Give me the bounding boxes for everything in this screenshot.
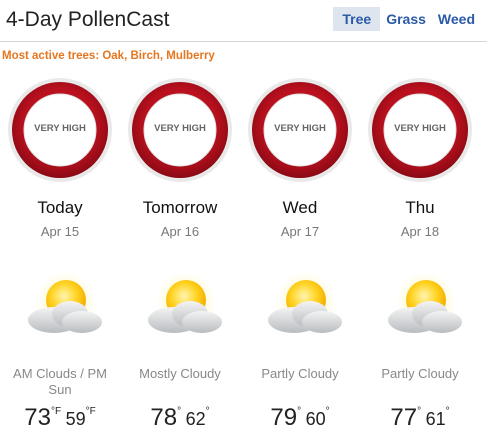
temperature: 78° 62°	[120, 404, 240, 432]
day-date: Apr 18	[400, 224, 440, 239]
partly-sunny-icon	[268, 272, 342, 333]
most-active-trees-text: Most active trees: Oak, Birch, Mulberry	[2, 50, 215, 62]
forecast-days: VERY HIGH Today Apr 15 AM Clouds / PM Su…	[0, 76, 487, 446]
forecast-day: VERY HIGH Thu Apr 18 Partly Cloudy 77° 6…	[360, 76, 480, 446]
tab-weed[interactable]: Weed	[432, 7, 481, 31]
high-temp-unit: °	[177, 406, 182, 417]
pollen-type-tabs: Tree Grass Weed	[333, 7, 481, 31]
high-temp: 77	[390, 404, 418, 431]
weather-condition: Partly Cloudy	[261, 366, 339, 381]
weather-condition: Mostly Cloudy	[139, 366, 221, 381]
day-name: Tomorrow	[142, 198, 218, 217]
low-temp: 59	[65, 409, 86, 429]
pollen-level-label: VERY HIGH	[394, 123, 446, 134]
day-name: Thu	[405, 198, 435, 217]
day-name: Today	[37, 198, 83, 217]
low-temp-unit: °	[325, 406, 330, 417]
low-temp-unit: °	[205, 406, 210, 417]
pollen-level-label: VERY HIGH	[34, 123, 86, 134]
temperature: 77° 61°	[360, 404, 480, 432]
day-date: Apr 17	[280, 224, 320, 239]
high-temp-unit: °F	[51, 406, 62, 417]
high-temp-unit: °	[417, 406, 422, 417]
day-name: Wed	[282, 198, 318, 217]
high-temp: 79	[270, 404, 298, 431]
low-temp: 61	[425, 409, 446, 429]
day-date: Apr 16	[160, 224, 200, 239]
low-temp-unit: °F	[85, 406, 96, 417]
pollen-level-label: VERY HIGH	[154, 123, 206, 134]
tab-tree[interactable]: Tree	[333, 7, 381, 31]
forecast-day: VERY HIGH Today Apr 15 AM Clouds / PM Su…	[0, 76, 120, 446]
low-temp: 62	[185, 409, 206, 429]
temperature: 79° 60°	[240, 404, 360, 432]
temperature: 73°F 59°F	[0, 404, 120, 432]
high-temp: 78	[150, 404, 178, 431]
low-temp: 60	[305, 409, 326, 429]
forecast-day: VERY HIGH Tomorrow Apr 16 Mostly Cloudy …	[120, 76, 240, 446]
header: 4-Day PollenCast Tree Grass Weed	[0, 0, 487, 42]
partly-sunny-icon	[28, 272, 102, 333]
forecast-day: VERY HIGH Wed Apr 17 Partly Cloudy 79° 6…	[240, 76, 360, 446]
weather-condition: Partly Cloudy	[381, 366, 459, 381]
partly-sunny-icon	[148, 272, 222, 333]
partly-sunny-icon	[388, 272, 462, 333]
high-temp-unit: °	[297, 406, 302, 417]
day-date: Apr 15	[40, 224, 80, 239]
weather-condition: AM Clouds / PM Sun	[13, 366, 107, 397]
page-title: 4-Day PollenCast	[6, 8, 170, 31]
low-temp-unit: °	[445, 406, 450, 417]
high-temp: 73	[24, 404, 51, 431]
tab-grass[interactable]: Grass	[380, 7, 432, 31]
pollen-level-label: VERY HIGH	[274, 123, 326, 134]
